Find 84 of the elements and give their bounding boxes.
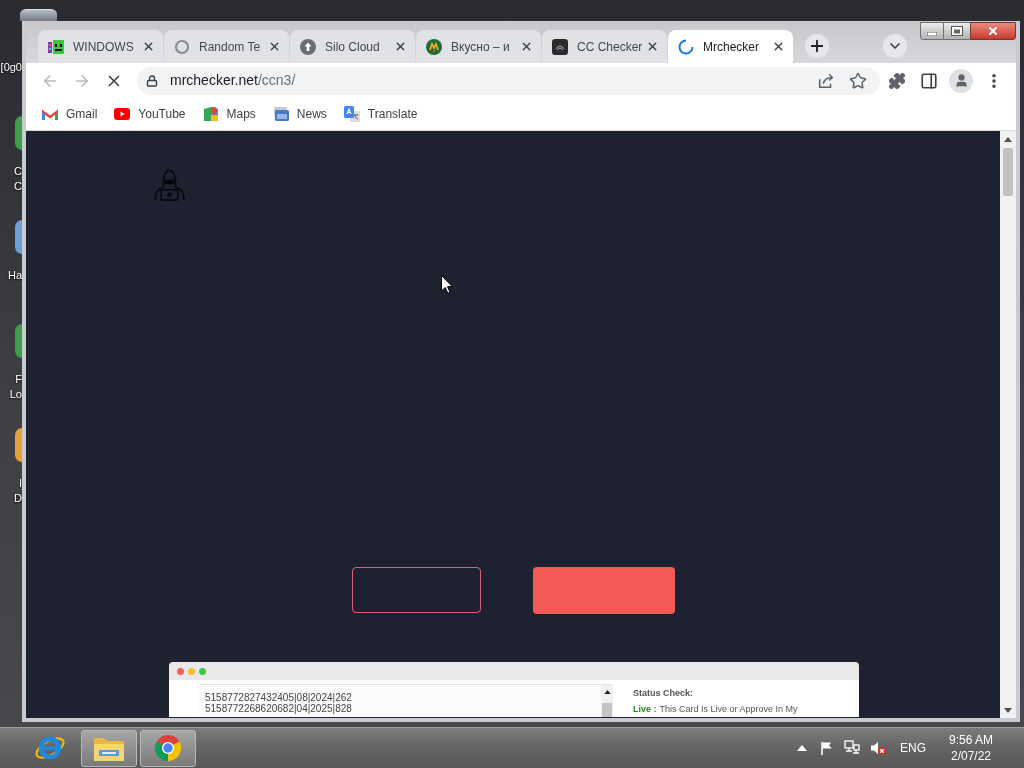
mail-icon [42, 108, 58, 120]
ring-icon [174, 38, 190, 55]
hooded-figure-icon [153, 168, 186, 201]
square-logo-icon [552, 38, 568, 55]
close-icon[interactable] [268, 40, 281, 53]
status-heading: Status Check: [633, 688, 695, 699]
upload-icon [300, 38, 316, 55]
profile-button[interactable] [949, 68, 973, 93]
browser-tab[interactable]: CC Checker [542, 30, 667, 63]
desktop-shortcut-icon[interactable] [15, 220, 22, 254]
mouse-cursor-icon [441, 275, 453, 294]
desktop-icon-label: C [14, 164, 22, 179]
browser-tab[interactable]: Вкусно – и [416, 30, 541, 63]
bookmark-link[interactable]: Translate [343, 105, 418, 123]
status-label: Live : [633, 704, 657, 715]
desktop-icon-label: [0g0 [0, 60, 22, 75]
pixel-character-icon [48, 38, 64, 55]
language-indicator[interactable]: ENG [900, 739, 926, 757]
close-icon[interactable] [772, 40, 785, 53]
desktop-shortcut-icon[interactable] [15, 116, 22, 150]
play-icon [114, 108, 131, 120]
close-button[interactable] [970, 22, 1016, 40]
address-bar[interactable]: mrchecker.net/ccn3/ [137, 66, 880, 95]
browser-tab[interactable]: Random Te [164, 30, 289, 63]
minimize-icon [927, 31, 937, 36]
side-panel-icon[interactable] [920, 71, 938, 90]
browser-tab[interactable]: WINDOWS [38, 30, 163, 63]
lock-icon [146, 74, 158, 87]
status-description: This Card Is Live or Approve In My [659, 704, 798, 715]
close-icon[interactable] [646, 40, 659, 53]
star-icon[interactable] [849, 71, 867, 90]
bookmark-link[interactable]: News [272, 105, 327, 123]
desktop-icon-label: Lo [9, 387, 22, 402]
bookmark-link[interactable]: Maps [202, 105, 256, 123]
scroll-up-icon[interactable] [1004, 136, 1012, 142]
scrollbar-thumb[interactable] [602, 703, 612, 717]
puzzle-icon[interactable] [888, 71, 906, 90]
recycle-bin-icon[interactable] [20, 9, 57, 21]
desktop-shortcut-icon[interactable] [15, 324, 22, 358]
browser-logo-icon [153, 733, 183, 763]
flag-icon[interactable] [820, 741, 834, 755]
scroll-down-icon[interactable] [1004, 707, 1012, 713]
desktop-icon-label: Ha [7, 268, 22, 283]
bookmark-link[interactable]: YouTube [114, 105, 186, 123]
scroll-up-icon[interactable] [603, 690, 611, 694]
clock[interactable]: 9:56 AM 2/07/22 [946, 732, 996, 764]
scrollbar[interactable] [601, 685, 613, 717]
maximize-button[interactable] [944, 22, 970, 40]
desktop-shortcut-icon[interactable] [15, 428, 22, 462]
window-dot-icon [177, 667, 184, 675]
plus-icon [808, 37, 826, 55]
outline-button[interactable] [352, 567, 481, 613]
browser-tab[interactable]: Mrchecker [668, 30, 793, 63]
card-list-field[interactable]: 5158772827432405|08|2024|262 5158772268620682|04|2025|828 [199, 684, 613, 717]
page-scrollbar[interactable] [1000, 131, 1016, 718]
desktop-icon-label: D [14, 491, 22, 506]
desktop-icon-label: F [15, 372, 22, 387]
network-icon[interactable] [844, 740, 860, 756]
window-dot-icon [199, 667, 206, 675]
close-icon [987, 25, 999, 37]
desktop-icon-label: C [14, 179, 22, 194]
close-icon[interactable] [520, 40, 533, 53]
close-icon[interactable] [394, 40, 407, 53]
maximize-icon [951, 26, 963, 36]
tab-search-button[interactable] [883, 34, 907, 58]
speaker-icon[interactable] [870, 740, 886, 756]
desktop-icon-label: I [18, 476, 22, 491]
window-dot-icon [188, 667, 195, 675]
browser-tab[interactable]: Silo Cloud [290, 30, 415, 63]
map-icon [202, 106, 219, 122]
user-icon [953, 73, 969, 88]
round-logo-icon [426, 38, 442, 55]
close-icon[interactable] [142, 40, 155, 53]
scrollbar-thumb[interactable] [1003, 148, 1013, 196]
minimize-button[interactable] [920, 22, 944, 40]
taskbar-button[interactable] [81, 729, 137, 767]
loading-spinner-icon [678, 38, 694, 55]
show-hidden-icons-icon[interactable] [797, 745, 807, 751]
translate-icon [343, 106, 360, 122]
taskbar-button[interactable] [140, 729, 196, 767]
news-icon [272, 106, 289, 122]
bookmark-link[interactable]: Gmail [42, 105, 98, 123]
new-tab-button[interactable] [805, 34, 829, 58]
share-icon[interactable] [817, 71, 835, 90]
